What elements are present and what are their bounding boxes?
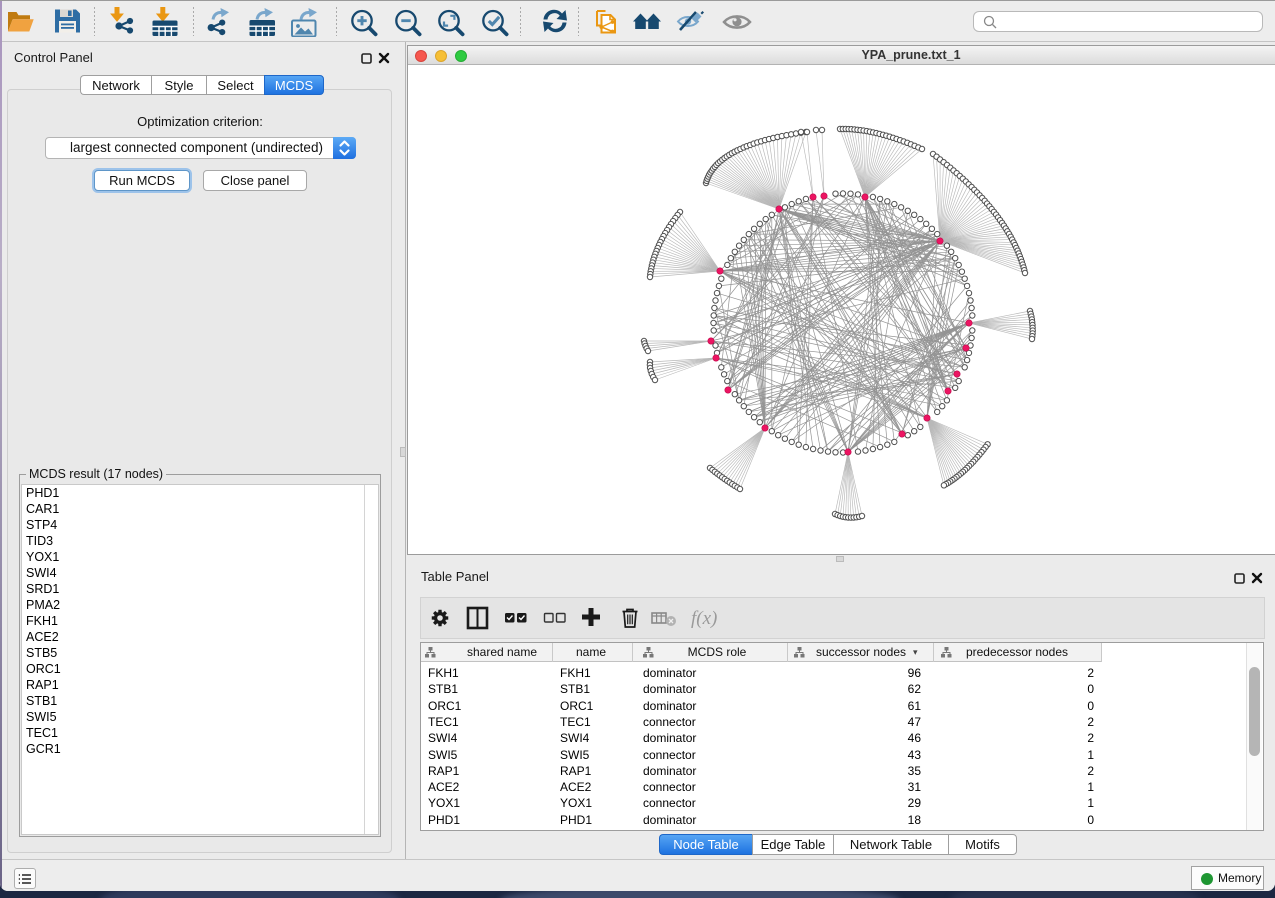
svg-text:f(x): f(x) bbox=[691, 608, 717, 629]
